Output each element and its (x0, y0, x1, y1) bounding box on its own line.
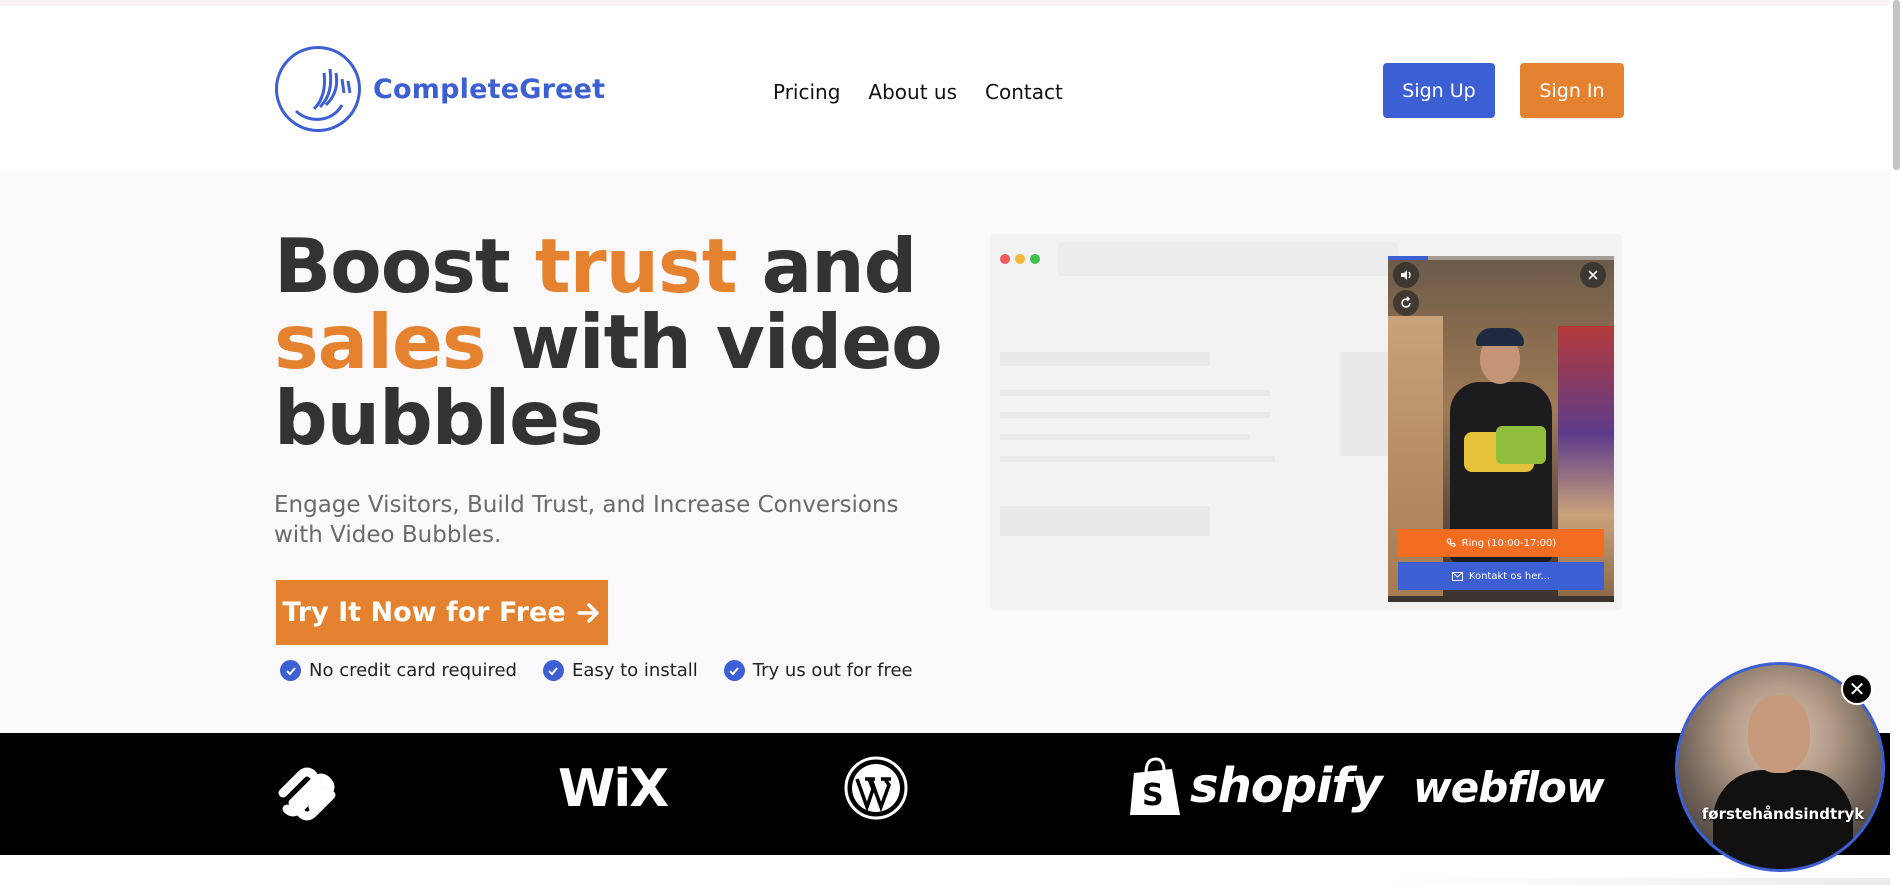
volume-icon[interactable] (1393, 262, 1419, 288)
wordpress-logo-icon (843, 755, 909, 821)
close-dot-icon (1000, 254, 1010, 264)
shopify-logo: S shopify (1128, 755, 1383, 817)
minimize-dot-icon (1015, 254, 1025, 264)
main-nav: Pricing About us Contact (773, 80, 1063, 104)
platform-logos-bar: WiX S shopify webflow (0, 733, 1890, 855)
checkmark-icon (542, 660, 564, 681)
check-label: Try us out for free (752, 660, 913, 681)
close-icon[interactable] (1580, 262, 1606, 288)
webflow-logo: webflow (1413, 763, 1605, 812)
nav-link-pricing[interactable]: Pricing (773, 80, 840, 104)
nav-link-contact[interactable]: Contact (985, 80, 1063, 104)
shopify-wordmark: shopify (1190, 758, 1383, 814)
check-label: No credit card required (309, 660, 517, 681)
skeleton-line (1000, 434, 1250, 440)
cta-label: Try It Now for Free (282, 597, 566, 628)
skeleton-line (1000, 456, 1275, 462)
skeleton-line (1000, 412, 1270, 418)
replay-icon[interactable] (1393, 290, 1419, 316)
demo-video-widget[interactable]: Ring (10:00-17:00) Kontakt os her... (1388, 256, 1614, 602)
contact-button-label: Kontakt os her... (1468, 570, 1551, 582)
browser-mockup: Ring (10:00-17:00) Kontakt os her... (990, 234, 1622, 610)
headline-accent-sales: sales (274, 298, 486, 386)
scrollbar-thumb[interactable] (1893, 0, 1900, 170)
headline-accent-trust: trust (534, 222, 738, 310)
headline-text: and (736, 222, 918, 310)
sign-up-button[interactable]: Sign Up (1383, 63, 1495, 118)
call-button[interactable]: Ring (10:00-17:00) (1398, 529, 1604, 557)
wix-logo: WiX (558, 759, 669, 819)
check-item: Try us out for free (723, 660, 913, 681)
skeleton-button (1000, 506, 1210, 536)
video-progress-bar (1388, 256, 1428, 260)
headline-text: Boost (274, 222, 535, 310)
skeleton-line (1000, 352, 1210, 366)
sign-in-button[interactable]: Sign In (1520, 63, 1624, 118)
phone-icon (1446, 538, 1456, 547)
squarespace-logo-icon (275, 763, 339, 823)
skeleton-line (1000, 390, 1270, 396)
waving-hand-logo-icon (275, 46, 361, 132)
feature-checklist: No credit card required Easy to install … (280, 660, 913, 681)
video-bubble-caption: førstehåndsindtryk (1701, 805, 1865, 823)
shopping-bag-icon: S (1130, 757, 1180, 815)
video-scene (1496, 426, 1546, 464)
close-icon[interactable]: ✕ (1841, 673, 1873, 705)
bubble-person (1748, 695, 1810, 773)
checkmark-icon (723, 660, 745, 681)
hero-headline: Boost trust and sales with video bubbles (274, 228, 954, 456)
arrow-right-icon (576, 602, 599, 623)
check-item: Easy to install (542, 660, 698, 681)
maximize-dot-icon (1030, 254, 1040, 264)
window-dots (1000, 254, 1040, 264)
video-person (1476, 328, 1524, 346)
contact-button[interactable]: Kontakt os her... (1398, 562, 1604, 590)
nav-link-about-us[interactable]: About us (868, 80, 957, 104)
site-header: CompleteGreet Pricing About us Contact S… (0, 6, 1902, 170)
bottom-edge-shadow (1380, 878, 1890, 885)
check-label: Easy to install (571, 660, 698, 681)
brand-name: CompleteGreet (373, 73, 606, 105)
try-free-cta-button[interactable]: Try It Now for Free (276, 580, 608, 645)
checkmark-icon (280, 660, 301, 681)
call-button-label: Ring (10:00-17:00) (1461, 537, 1557, 549)
check-item: No credit card required (280, 660, 517, 681)
url-bar-placeholder (1058, 242, 1398, 276)
brand-logo[interactable]: CompleteGreet (275, 46, 605, 132)
svg-text:S: S (1142, 778, 1164, 813)
mail-icon (1451, 571, 1463, 581)
hero-subheading: Engage Visitors, Build Trust, and Increa… (274, 492, 899, 548)
